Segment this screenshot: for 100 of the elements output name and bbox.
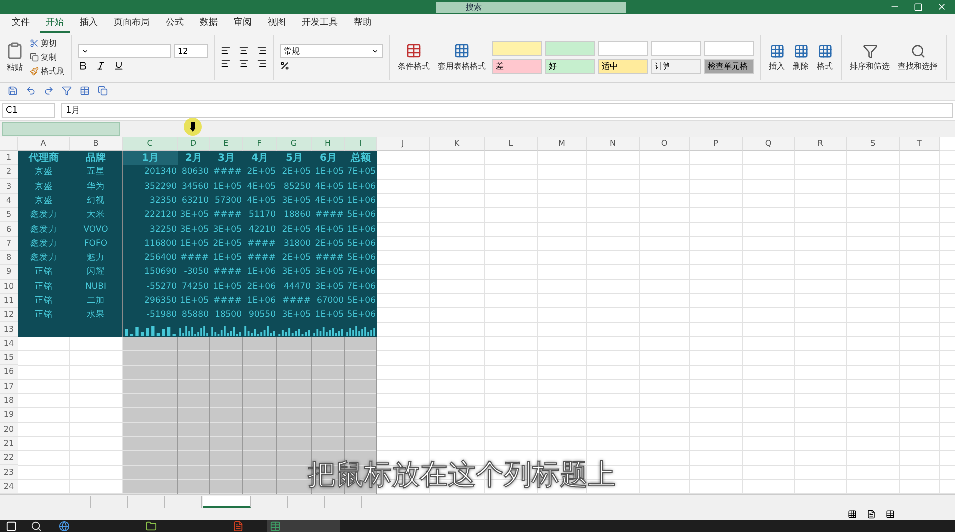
- font-name-field[interactable]: [78, 44, 171, 58]
- column-header[interactable]: I: [345, 136, 377, 151]
- cells-button[interactable]: 删除: [791, 44, 811, 72]
- column-header[interactable]: E: [210, 136, 243, 151]
- paste-button[interactable]: 粘贴: [4, 42, 26, 74]
- bold-icon[interactable]: [78, 61, 88, 72]
- ribbon-tab[interactable]: 数据: [194, 14, 224, 34]
- align-middle-icon[interactable]: [239, 46, 249, 56]
- column-header[interactable]: A: [18, 136, 70, 151]
- conditional-format-button[interactable]: 条件格式: [396, 43, 432, 72]
- cell-style-swatch[interactable]: [598, 41, 648, 56]
- align-left-icon[interactable]: [221, 59, 231, 70]
- column-header[interactable]: D: [178, 136, 210, 151]
- align-top-icon[interactable]: [221, 46, 231, 56]
- table-cell: 1E+06: [243, 294, 277, 308]
- cell-style-swatch[interactable]: 检查单元格: [704, 59, 754, 74]
- ribbon-tab[interactable]: 审阅: [228, 14, 258, 34]
- formula-input[interactable]: 1月: [61, 103, 953, 118]
- normal-view-icon[interactable]: [848, 510, 857, 519]
- column-header[interactable]: R: [795, 136, 847, 151]
- table-cell: 5E+06: [345, 250, 377, 266]
- underline-icon[interactable]: [114, 61, 124, 72]
- font-size-field[interactable]: 12: [174, 44, 208, 58]
- column-header[interactable]: B: [70, 136, 123, 151]
- undo-icon[interactable]: [26, 86, 36, 96]
- row-number: 3: [0, 179, 18, 194]
- document-icon[interactable]: [233, 520, 244, 532]
- number-format-field[interactable]: 常规: [280, 44, 383, 58]
- grid-icon: [794, 44, 808, 59]
- cell-style-swatch[interactable]: 适中: [598, 59, 648, 74]
- ribbon-tab[interactable]: 插入: [74, 14, 104, 34]
- ribbon-tab[interactable]: 视图: [262, 14, 292, 34]
- close-icon[interactable]: [937, 2, 947, 12]
- cell-style-swatch[interactable]: 差: [492, 59, 542, 74]
- align-bottom-icon[interactable]: [257, 46, 267, 56]
- format-as-table-button[interactable]: 套用表格格式: [436, 43, 488, 72]
- save-icon[interactable]: [8, 86, 18, 96]
- column-header[interactable]: J: [377, 136, 430, 151]
- folder-icon[interactable]: [146, 520, 157, 532]
- align-right-icon[interactable]: [257, 59, 267, 70]
- column-header[interactable]: P: [690, 136, 743, 151]
- header-cell: 总额: [345, 150, 377, 166]
- table-cell: 201340: [123, 165, 178, 180]
- table-cell: ####: [210, 208, 243, 222]
- cell-style-swatch[interactable]: [704, 41, 754, 56]
- column-header[interactable]: T: [900, 136, 940, 151]
- find-select-button[interactable]: 查找和选择: [896, 44, 940, 72]
- cell-style-swatch[interactable]: 计算: [651, 59, 701, 74]
- page-break-icon[interactable]: [886, 510, 895, 519]
- column-header[interactable]: C: [123, 136, 178, 151]
- ribbon-tab[interactable]: 开发工具: [296, 14, 344, 34]
- column-header[interactable]: G: [277, 136, 312, 151]
- search-field[interactable]: 搜索: [436, 2, 626, 13]
- filter-icon[interactable]: [62, 86, 72, 96]
- column-header[interactable]: H: [312, 136, 345, 151]
- cells-button[interactable]: 格式: [815, 44, 835, 72]
- table-cell: 2E+05: [312, 236, 345, 251]
- format-painter-button[interactable]: 格式刷: [30, 66, 65, 78]
- column-header[interactable]: K: [430, 136, 485, 151]
- sort-filter-button[interactable]: 排序和筛选: [848, 44, 892, 72]
- redo-icon[interactable]: [44, 86, 54, 96]
- table-cell: 63210: [178, 194, 210, 208]
- column-header[interactable]: M: [538, 136, 587, 151]
- ribbon-tab[interactable]: 文件: [6, 14, 36, 34]
- row-number: 6: [0, 222, 18, 237]
- row-number: 22: [0, 451, 18, 466]
- italic-icon[interactable]: [96, 61, 106, 72]
- search-icon[interactable]: [31, 520, 42, 532]
- name-box[interactable]: C1: [2, 103, 55, 118]
- row-number: 9: [0, 265, 18, 280]
- table-icon[interactable]: [80, 86, 90, 96]
- ribbon-tab[interactable]: 帮助: [348, 14, 378, 34]
- cell-style-swatch[interactable]: [651, 41, 701, 56]
- column-header[interactable]: F: [243, 136, 277, 151]
- sheet-tab[interactable]: [203, 496, 251, 508]
- table-cell: ####: [210, 265, 243, 280]
- column-header[interactable]: L: [485, 136, 538, 151]
- table-cell: 3E+05: [277, 265, 312, 280]
- copy-icon[interactable]: [98, 86, 108, 96]
- column-header[interactable]: Q: [743, 136, 795, 151]
- ribbon-tab[interactable]: 页面布局: [108, 14, 156, 34]
- cell-style-swatch[interactable]: [492, 41, 542, 56]
- column-header[interactable]: N: [587, 136, 640, 151]
- table-cell: 2E+05: [277, 222, 312, 237]
- browser-icon[interactable]: [59, 520, 70, 532]
- spreadsheet-icon[interactable]: [270, 520, 281, 532]
- page-layout-icon[interactable]: [867, 510, 876, 519]
- table-cell: 1E+05: [210, 179, 243, 194]
- cell-style-swatch[interactable]: 好: [545, 59, 595, 74]
- table-cell: 正铭: [18, 280, 70, 294]
- align-center-icon[interactable]: [239, 59, 249, 70]
- cut-button[interactable]: 剪切: [30, 38, 65, 50]
- ribbon-tab[interactable]: 公式: [160, 14, 190, 34]
- column-header[interactable]: O: [640, 136, 690, 151]
- percent-icon[interactable]: [280, 61, 290, 72]
- cells-button[interactable]: 插入: [767, 44, 787, 72]
- maximize-icon[interactable]: [914, 2, 923, 12]
- copy-button[interactable]: 复制: [30, 52, 65, 64]
- cell-style-swatch[interactable]: [545, 41, 595, 56]
- column-header[interactable]: S: [847, 136, 900, 151]
